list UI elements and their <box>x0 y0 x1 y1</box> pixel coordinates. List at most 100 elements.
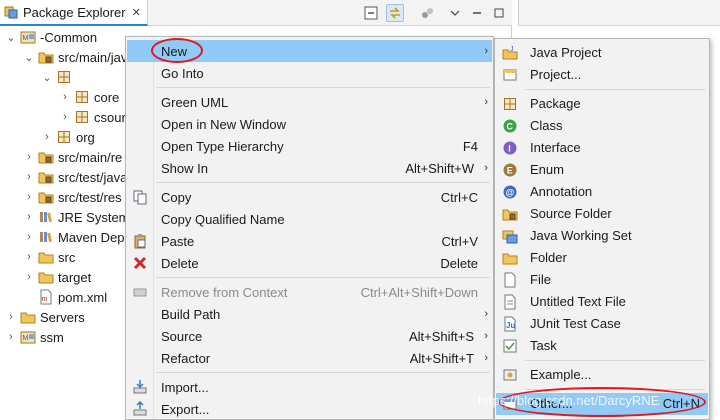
link-with-editor-icon[interactable] <box>386 4 404 22</box>
chevron-right-icon[interactable]: › <box>4 311 18 323</box>
tree-item[interactable]: › JRE System <box>22 207 129 227</box>
new-item-package[interactable]: Package <box>496 93 708 115</box>
tree-item[interactable]: › core <box>58 87 119 107</box>
minimize-icon[interactable] <box>468 4 486 22</box>
collapse-all-icon[interactable] <box>362 4 380 22</box>
new-item-folder[interactable]: Folder <box>496 247 708 269</box>
menu-item-source[interactable]: Source Alt+Shift+S › <box>127 325 492 347</box>
chevron-right-icon[interactable]: › <box>22 151 36 163</box>
chevron-right-icon[interactable]: › <box>22 271 36 283</box>
new-item-file[interactable]: File <box>496 269 708 291</box>
menu-item-copy-qualified-name[interactable]: Copy Qualified Name <box>127 208 492 230</box>
chevron-right-icon[interactable]: › <box>40 131 54 143</box>
view-menu-icon[interactable] <box>446 4 464 22</box>
maximize-icon[interactable] <box>490 4 508 22</box>
paste-icon <box>132 233 148 249</box>
submenu-item-label: Task <box>530 338 557 353</box>
tree-item-label: Maven Dep <box>58 229 125 245</box>
tree-item[interactable]: ⌄ <box>40 67 76 87</box>
menu-item-refactor[interactable]: Refactor Alt+Shift+T › <box>127 347 492 369</box>
tree-item-label: core <box>94 89 120 105</box>
chevron-right-icon[interactable]: › <box>4 331 18 343</box>
chevron-right-icon[interactable]: › <box>58 91 72 103</box>
menu-item-delete[interactable]: Delete Delete <box>127 252 492 274</box>
chevron-right-icon[interactable]: › <box>22 191 36 203</box>
new-item-enum[interactable]: E Enum <box>496 159 708 181</box>
chevron-right-icon[interactable]: › <box>58 111 72 123</box>
submenu-item-label: Source Folder <box>530 206 612 221</box>
menu-item-open-in-new-window[interactable]: Open in New Window <box>127 113 492 135</box>
tree-item[interactable]: › src/main/re <box>22 147 122 167</box>
tree-item[interactable]: › Maven Dep <box>22 227 124 247</box>
menu-item-copy[interactable]: Copy Ctrl+C <box>127 186 492 208</box>
copy-icon <box>132 189 148 205</box>
menu-item-show-in[interactable]: Show In Alt+Shift+W › <box>127 157 492 179</box>
svg-text:E: E <box>507 166 513 176</box>
menu-item-go-into[interactable]: Go Into <box>127 62 492 84</box>
menu-item-label: Open in New Window <box>161 116 286 132</box>
submenu-item-label: Java Project <box>530 45 602 60</box>
new-item-class[interactable]: C Class <box>496 115 708 137</box>
chevron-down-icon[interactable]: ⌄ <box>4 31 18 44</box>
new-item-example[interactable]: Example... <box>496 364 708 386</box>
menu-item-label: Open Type Hierarchy <box>161 138 284 154</box>
menu-item-import[interactable]: Import... <box>127 376 492 398</box>
tree-item[interactable]: › src/test/res <box>22 187 121 207</box>
maven-project-icon: M <box>20 29 36 45</box>
new-item-project[interactable]: Project... <box>496 64 708 86</box>
new-item-task[interactable]: Task <box>496 335 708 357</box>
new-item-java-project[interactable]: J Java Project <box>496 42 708 64</box>
chevron-right-icon[interactable]: › <box>22 251 36 263</box>
menu-item-export[interactable]: Export... <box>127 398 492 420</box>
menu-item-label: Source <box>161 328 203 344</box>
tree-item[interactable]: › org <box>40 127 95 147</box>
library-icon <box>38 229 54 245</box>
chevron-down-icon[interactable]: ⌄ <box>22 51 36 64</box>
source-folder-icon <box>502 206 518 222</box>
focus-icon[interactable] <box>418 4 436 22</box>
submenu-arrow-icon: › <box>484 308 488 320</box>
close-icon[interactable]: ✕ <box>132 6 141 19</box>
tree-item[interactable]: ⌄ src/main/jav <box>22 47 127 67</box>
tree-item-label: org <box>76 129 95 145</box>
tree-item[interactable]: › Mssm <box>4 327 64 347</box>
new-item-junit-test-case[interactable]: Ju JUnit Test Case <box>496 313 708 335</box>
tree-item[interactable]: › target <box>22 267 91 287</box>
new-item-java-working-set[interactable]: Java Working Set <box>496 225 708 247</box>
file-icon <box>502 272 518 288</box>
tree-item[interactable]: › csour <box>58 107 126 127</box>
source-folder-icon <box>38 189 54 205</box>
new-submenu: J Java Project Project... Package C Class I Int… <box>494 38 710 420</box>
menu-item-open-type-hierarchy[interactable]: Open Type Hierarchy F4 <box>127 135 492 157</box>
chevron-down-icon[interactable]: ⌄ <box>40 71 54 84</box>
example-icon <box>502 367 518 383</box>
remove-context-icon <box>132 284 148 300</box>
menu-item-shortcut: Ctrl+Alt+Shift+Down <box>360 284 478 300</box>
svg-text:M: M <box>23 335 29 342</box>
import-icon <box>132 379 148 395</box>
submenu-arrow-icon: › <box>484 330 488 342</box>
tree-item[interactable]: › src <box>22 247 75 267</box>
menu-item-paste[interactable]: Paste Ctrl+V <box>127 230 492 252</box>
new-item-annotation[interactable]: @ Annotation <box>496 181 708 203</box>
new-item-interface[interactable]: I Interface <box>496 137 708 159</box>
tree-item-label: ssm <box>40 329 64 345</box>
tab-package-explorer[interactable]: Package Explorer ✕ <box>0 0 148 26</box>
maven-project-icon: M <box>20 329 36 345</box>
tree-item[interactable]: › Servers <box>4 307 85 327</box>
new-item-source-folder[interactable]: Source Folder <box>496 203 708 225</box>
submenu-arrow-icon: › <box>484 162 488 174</box>
tree-item[interactable]: › src/test/java <box>22 167 127 187</box>
menu-item-label: Copy <box>161 189 192 205</box>
submenu-item-label: Class <box>530 118 563 133</box>
new-item-untitled-text-file[interactable]: Untitled Text File <box>496 291 708 313</box>
menu-item-green-uml[interactable]: Green UML › <box>127 91 492 113</box>
chevron-right-icon[interactable]: › <box>22 171 36 183</box>
submenu-item-label: Folder <box>530 250 567 265</box>
chevron-right-icon[interactable]: › <box>22 231 36 243</box>
tree-item[interactable]: ⌄ M -Common <box>4 27 97 47</box>
menu-item-build-path[interactable]: Build Path › <box>127 303 492 325</box>
chevron-right-icon[interactable]: › <box>22 211 36 223</box>
tree-item[interactable]: m pom.xml <box>22 287 107 307</box>
submenu-separator <box>525 360 705 361</box>
